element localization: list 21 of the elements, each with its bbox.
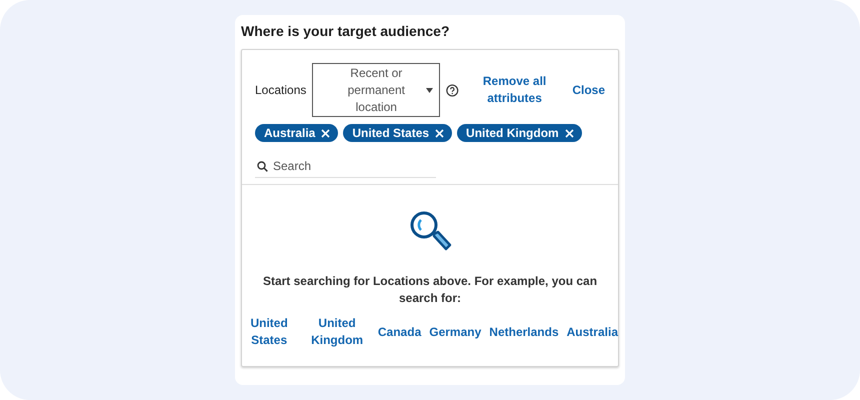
suggestion-link[interactable]: Canada [378,324,422,340]
magnifier-icon [408,209,452,251]
empty-state-message: Start searching for Locations above. For example, you can search for: [262,273,598,307]
caret-icon [426,88,434,93]
location-chip[interactable]: United States [343,124,452,142]
section-title: Where is your target audience? [241,22,450,41]
suggestion-link[interactable]: United States [242,315,296,349]
field-label: Locations [255,83,306,97]
remove-all-link[interactable]: Remove all attributes [476,73,554,107]
location-type-dropdown[interactable]: Recent or permanent location [312,63,440,117]
location-chip[interactable]: Australia [255,124,338,142]
location-chip[interactable]: United Kingdom [457,124,582,142]
close-icon [564,128,574,138]
help-icon[interactable] [446,84,459,96]
suggestion-link[interactable]: United Kingdom [304,315,370,349]
suggestion-link[interactable]: Australia [566,324,618,340]
suggestion-link[interactable]: Germany [429,324,482,340]
close-link[interactable]: Close [572,82,605,98]
suggestion-link[interactable]: Netherlands [489,324,559,340]
close-icon [435,128,444,138]
close-icon [321,128,330,138]
